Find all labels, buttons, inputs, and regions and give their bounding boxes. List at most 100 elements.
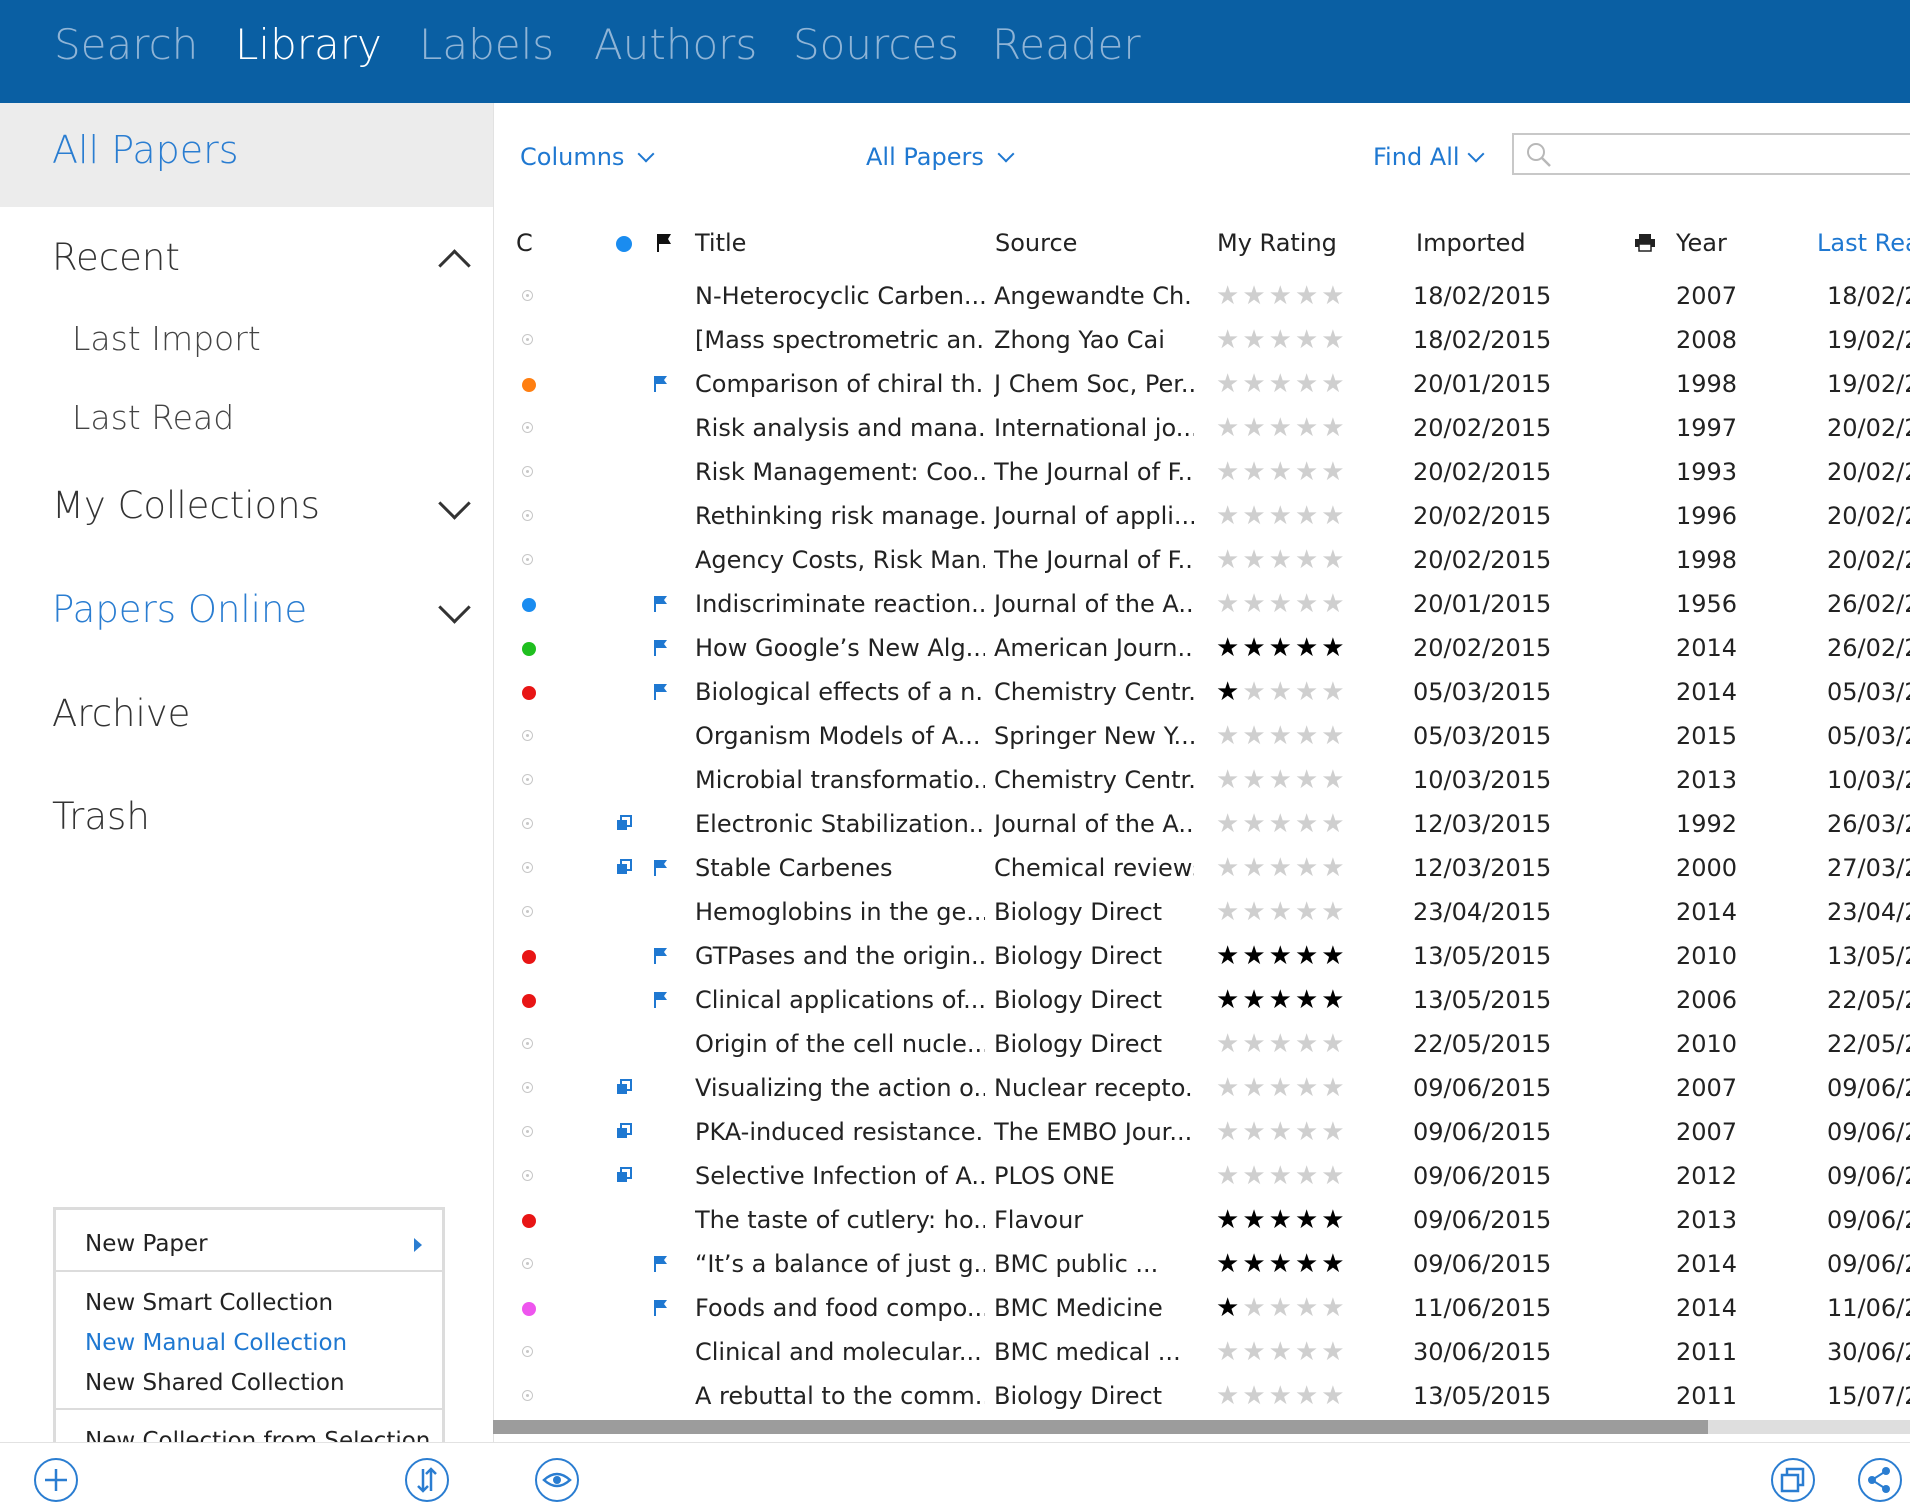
star-icon[interactable]: ★ xyxy=(1269,1161,1295,1191)
color-label-empty-icon[interactable] xyxy=(522,466,533,477)
rating-stars[interactable]: ★★★★★ xyxy=(1216,809,1348,839)
star-icon[interactable]: ★ xyxy=(1321,281,1347,311)
rating-stars[interactable]: ★★★★★ xyxy=(1216,457,1348,487)
star-icon[interactable]: ★ xyxy=(1216,897,1242,927)
menu-item-new-shared-collection[interactable]: New Shared Collection xyxy=(85,1370,345,1396)
star-icon[interactable]: ★ xyxy=(1216,633,1242,663)
star-icon[interactable]: ★ xyxy=(1242,589,1268,619)
sort-button[interactable] xyxy=(405,1458,449,1502)
table-row[interactable]: N-Heterocyclic Carben... Angewandte Ch...… xyxy=(493,275,1910,319)
star-icon[interactable]: ★ xyxy=(1295,1029,1321,1059)
color-label-empty-icon[interactable] xyxy=(522,906,533,917)
color-label-empty-icon[interactable] xyxy=(522,1346,533,1357)
sidebar-item-all-papers[interactable]: All Papers xyxy=(0,103,493,207)
star-icon[interactable]: ★ xyxy=(1242,281,1268,311)
star-icon[interactable]: ★ xyxy=(1321,1249,1347,1279)
star-icon[interactable]: ★ xyxy=(1216,1337,1242,1367)
star-icon[interactable]: ★ xyxy=(1242,1205,1268,1235)
scrollbar-thumb[interactable] xyxy=(493,1420,1708,1434)
color-label-empty-icon[interactable] xyxy=(522,818,533,829)
color-label-empty-icon[interactable] xyxy=(522,334,533,345)
sidebar-item-archive[interactable]: Archive xyxy=(52,692,190,735)
star-icon[interactable]: ★ xyxy=(1295,633,1321,663)
table-row[interactable]: [Mass spectrometric an... Zhong Yao Cai ★★… xyxy=(493,319,1910,363)
color-label-empty-icon[interactable] xyxy=(522,862,533,873)
star-icon[interactable]: ★ xyxy=(1321,1205,1347,1235)
star-icon[interactable]: ★ xyxy=(1216,413,1242,443)
star-icon[interactable]: ★ xyxy=(1216,765,1242,795)
table-row[interactable]: Risk analysis and mana... International j… xyxy=(493,407,1910,451)
table-row[interactable]: Hemoglobins in the ge... Biology Direct ★★… xyxy=(493,891,1910,935)
table-row[interactable]: Microbial transformatio... Chemistry Cent… xyxy=(493,759,1910,803)
star-icon[interactable]: ★ xyxy=(1216,1381,1242,1411)
table-row[interactable]: A rebuttal to the comm... Biology Direct ★… xyxy=(493,1375,1910,1419)
star-icon[interactable]: ★ xyxy=(1321,677,1347,707)
star-icon[interactable]: ★ xyxy=(1216,325,1242,355)
tab-authors[interactable]: Authors xyxy=(594,18,757,72)
star-icon[interactable]: ★ xyxy=(1216,677,1242,707)
color-label-empty-icon[interactable] xyxy=(522,1126,533,1137)
star-icon[interactable]: ★ xyxy=(1321,633,1347,663)
color-label-empty-icon[interactable] xyxy=(522,510,533,521)
tab-sources[interactable]: Sources xyxy=(793,18,959,72)
star-icon[interactable]: ★ xyxy=(1242,413,1268,443)
rating-stars[interactable]: ★★★★★ xyxy=(1216,1073,1348,1103)
menu-item-new-paper[interactable]: New Paper xyxy=(85,1231,208,1257)
chevron-up-icon[interactable] xyxy=(438,249,471,282)
star-icon[interactable]: ★ xyxy=(1216,369,1242,399)
star-icon[interactable]: ★ xyxy=(1269,501,1295,531)
star-icon[interactable]: ★ xyxy=(1295,545,1321,575)
sidebar-item-trash[interactable]: Trash xyxy=(52,795,150,838)
star-icon[interactable]: ★ xyxy=(1321,853,1347,883)
star-icon[interactable]: ★ xyxy=(1295,721,1321,751)
rating-stars[interactable]: ★★★★★ xyxy=(1216,1205,1348,1235)
flag-icon[interactable] xyxy=(653,595,669,617)
tab-labels[interactable]: Labels xyxy=(419,18,554,72)
star-icon[interactable]: ★ xyxy=(1269,1249,1295,1279)
rating-stars[interactable]: ★★★★★ xyxy=(1216,1293,1348,1323)
star-icon[interactable]: ★ xyxy=(1216,1073,1242,1103)
column-header-color[interactable]: C xyxy=(516,229,533,257)
star-icon[interactable]: ★ xyxy=(1269,369,1295,399)
preview-button[interactable] xyxy=(535,1458,579,1502)
star-icon[interactable]: ★ xyxy=(1269,1337,1295,1367)
star-icon[interactable]: ★ xyxy=(1321,897,1347,927)
column-header-source[interactable]: Source xyxy=(995,229,1077,257)
flag-icon[interactable] xyxy=(653,991,669,1013)
star-icon[interactable]: ★ xyxy=(1321,545,1347,575)
star-icon[interactable]: ★ xyxy=(1216,1029,1242,1059)
table-row[interactable]: Indiscriminate reaction... Journal of the… xyxy=(493,583,1910,627)
star-icon[interactable]: ★ xyxy=(1295,413,1321,443)
star-icon[interactable]: ★ xyxy=(1269,1381,1295,1411)
star-icon[interactable]: ★ xyxy=(1242,369,1268,399)
rating-stars[interactable]: ★★★★★ xyxy=(1216,897,1348,927)
color-label-dot[interactable] xyxy=(522,378,536,392)
star-icon[interactable]: ★ xyxy=(1269,853,1295,883)
star-icon[interactable]: ★ xyxy=(1216,985,1242,1015)
star-icon[interactable]: ★ xyxy=(1321,1073,1347,1103)
star-icon[interactable]: ★ xyxy=(1242,941,1268,971)
star-icon[interactable]: ★ xyxy=(1269,677,1295,707)
tab-reader[interactable]: Reader xyxy=(992,18,1141,72)
star-icon[interactable]: ★ xyxy=(1295,501,1321,531)
flag-icon[interactable] xyxy=(653,1255,669,1277)
star-icon[interactable]: ★ xyxy=(1242,1249,1268,1279)
star-icon[interactable]: ★ xyxy=(1295,985,1321,1015)
sidebar-section-recent[interactable]: Recent xyxy=(52,236,180,279)
star-icon[interactable]: ★ xyxy=(1321,985,1347,1015)
star-icon[interactable]: ★ xyxy=(1269,941,1295,971)
find-scope-dropdown[interactable]: Find All xyxy=(1373,143,1485,171)
color-label-empty-icon[interactable] xyxy=(522,730,533,741)
star-icon[interactable]: ★ xyxy=(1295,325,1321,355)
rating-stars[interactable]: ★★★★★ xyxy=(1216,1117,1348,1147)
rating-stars[interactable]: ★★★★★ xyxy=(1216,677,1348,707)
star-icon[interactable]: ★ xyxy=(1242,721,1268,751)
star-icon[interactable]: ★ xyxy=(1321,1029,1347,1059)
star-icon[interactable]: ★ xyxy=(1242,1381,1268,1411)
rating-stars[interactable]: ★★★★★ xyxy=(1216,413,1348,443)
color-label-empty-icon[interactable] xyxy=(522,774,533,785)
flag-icon[interactable] xyxy=(653,375,669,397)
column-header-title[interactable]: Title xyxy=(695,229,746,257)
star-icon[interactable]: ★ xyxy=(1242,325,1268,355)
table-row[interactable]: Agency Costs, Risk Man... The Journal of … xyxy=(493,539,1910,583)
